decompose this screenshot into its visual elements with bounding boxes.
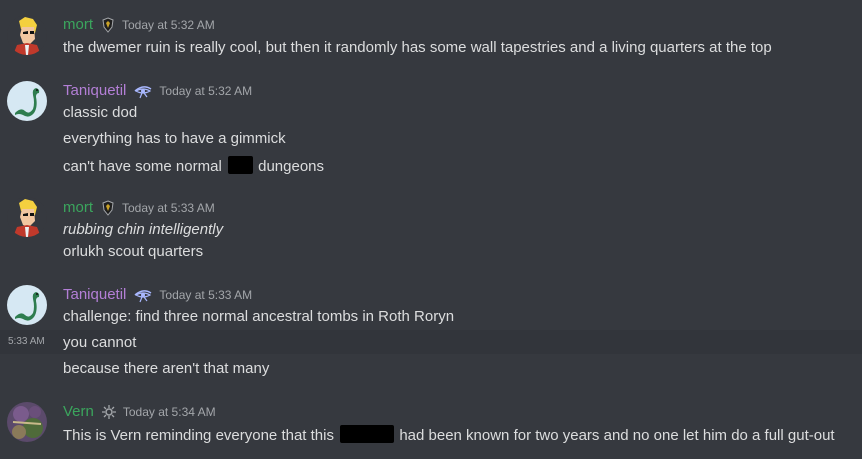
username[interactable]: Taniquetil [63, 82, 126, 99]
avatar-taniquetil[interactable] [7, 81, 47, 121]
avatar-vern[interactable] [7, 402, 47, 442]
hover-timestamp[interactable]: 5:33 AM [8, 336, 45, 347]
message-text: can't have some normal dungeons [63, 156, 324, 175]
timestamp[interactable]: Today at 5:34 AM [123, 405, 216, 419]
message-text: because there aren't that many [63, 360, 270, 377]
message-text: everything has to have a gimmick [63, 130, 286, 147]
message-text: This is Vern reminding everyone that thi… [63, 425, 835, 444]
message-text-after-spoiler: dungeons [258, 158, 325, 175]
message-text-after-spoiler: had been known for two years and no one … [399, 427, 835, 444]
timestamp[interactable]: Today at 5:32 AM [122, 18, 215, 32]
message-text: rubbing chin intelligently [63, 221, 223, 238]
message-text: the dwemer ruin is really cool, but then… [63, 39, 772, 56]
eye-badge-icon[interactable] [133, 83, 153, 99]
gear-badge-icon[interactable] [101, 404, 117, 420]
eye-badge-icon[interactable] [133, 287, 153, 303]
message-header: mort Today at 5:33 AM [63, 199, 215, 216]
spoiler-block[interactable] [227, 156, 253, 174]
message-text: classic dod [63, 104, 138, 121]
message-text-before-spoiler: This is Vern reminding everyone that thi… [63, 427, 334, 444]
italic-message-text: rubbing chin intelligently [63, 221, 224, 238]
avatar-taniquetil[interactable] [7, 285, 47, 325]
message-header: Taniquetil Today at 5:32 AM [63, 82, 252, 99]
spoiler-block[interactable] [340, 425, 395, 443]
username[interactable]: mort [63, 16, 93, 33]
username[interactable]: Vern [63, 403, 94, 420]
username[interactable]: mort [63, 199, 93, 216]
shield-badge-icon[interactable] [100, 199, 116, 216]
message-header: Vern Today at 5:34 AM [63, 403, 216, 420]
avatar-mort[interactable] [7, 197, 47, 237]
message-text: orlukh scout quarters [63, 243, 204, 260]
timestamp[interactable]: Today at 5:33 AM [122, 201, 215, 215]
shield-badge-icon[interactable] [100, 16, 116, 33]
chat-message-list[interactable]: mort Today at 5:32 AM the dwemer ruin is… [0, 0, 862, 459]
avatar-mort[interactable] [7, 15, 47, 55]
timestamp[interactable]: Today at 5:32 AM [159, 84, 252, 98]
username[interactable]: Taniquetil [63, 286, 126, 303]
message-header: Taniquetil Today at 5:33 AM [63, 286, 252, 303]
message-text: challenge: find three normal ancestral t… [63, 308, 455, 325]
message-text: you cannot [63, 334, 137, 351]
message-header: mort Today at 5:32 AM [63, 16, 215, 33]
timestamp[interactable]: Today at 5:33 AM [159, 288, 252, 302]
message-text-before-spoiler: can't have some normal [63, 158, 222, 175]
